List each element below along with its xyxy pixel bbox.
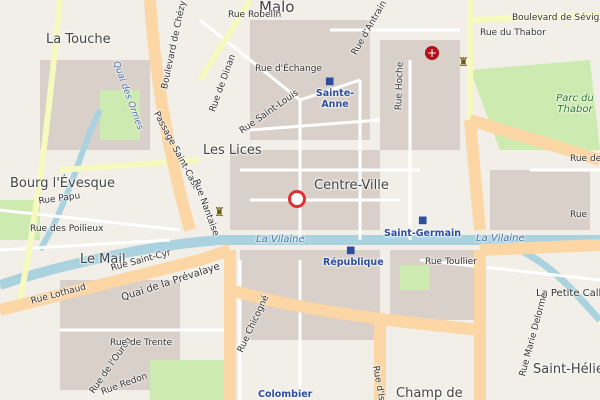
- location-ring-icon[interactable]: [288, 190, 306, 208]
- metro-icon[interactable]: ■: [325, 76, 334, 88]
- metro-icon[interactable]: ■: [346, 245, 355, 257]
- metro-icon[interactable]: ■: [418, 215, 427, 227]
- castle-icon[interactable]: ♜: [214, 206, 225, 218]
- hospital-icon[interactable]: +: [425, 46, 439, 60]
- map-canvas[interactable]: Malo La Touche Les Lices Centre-Ville Bo…: [0, 0, 600, 400]
- castle-icon[interactable]: ♜: [458, 56, 469, 68]
